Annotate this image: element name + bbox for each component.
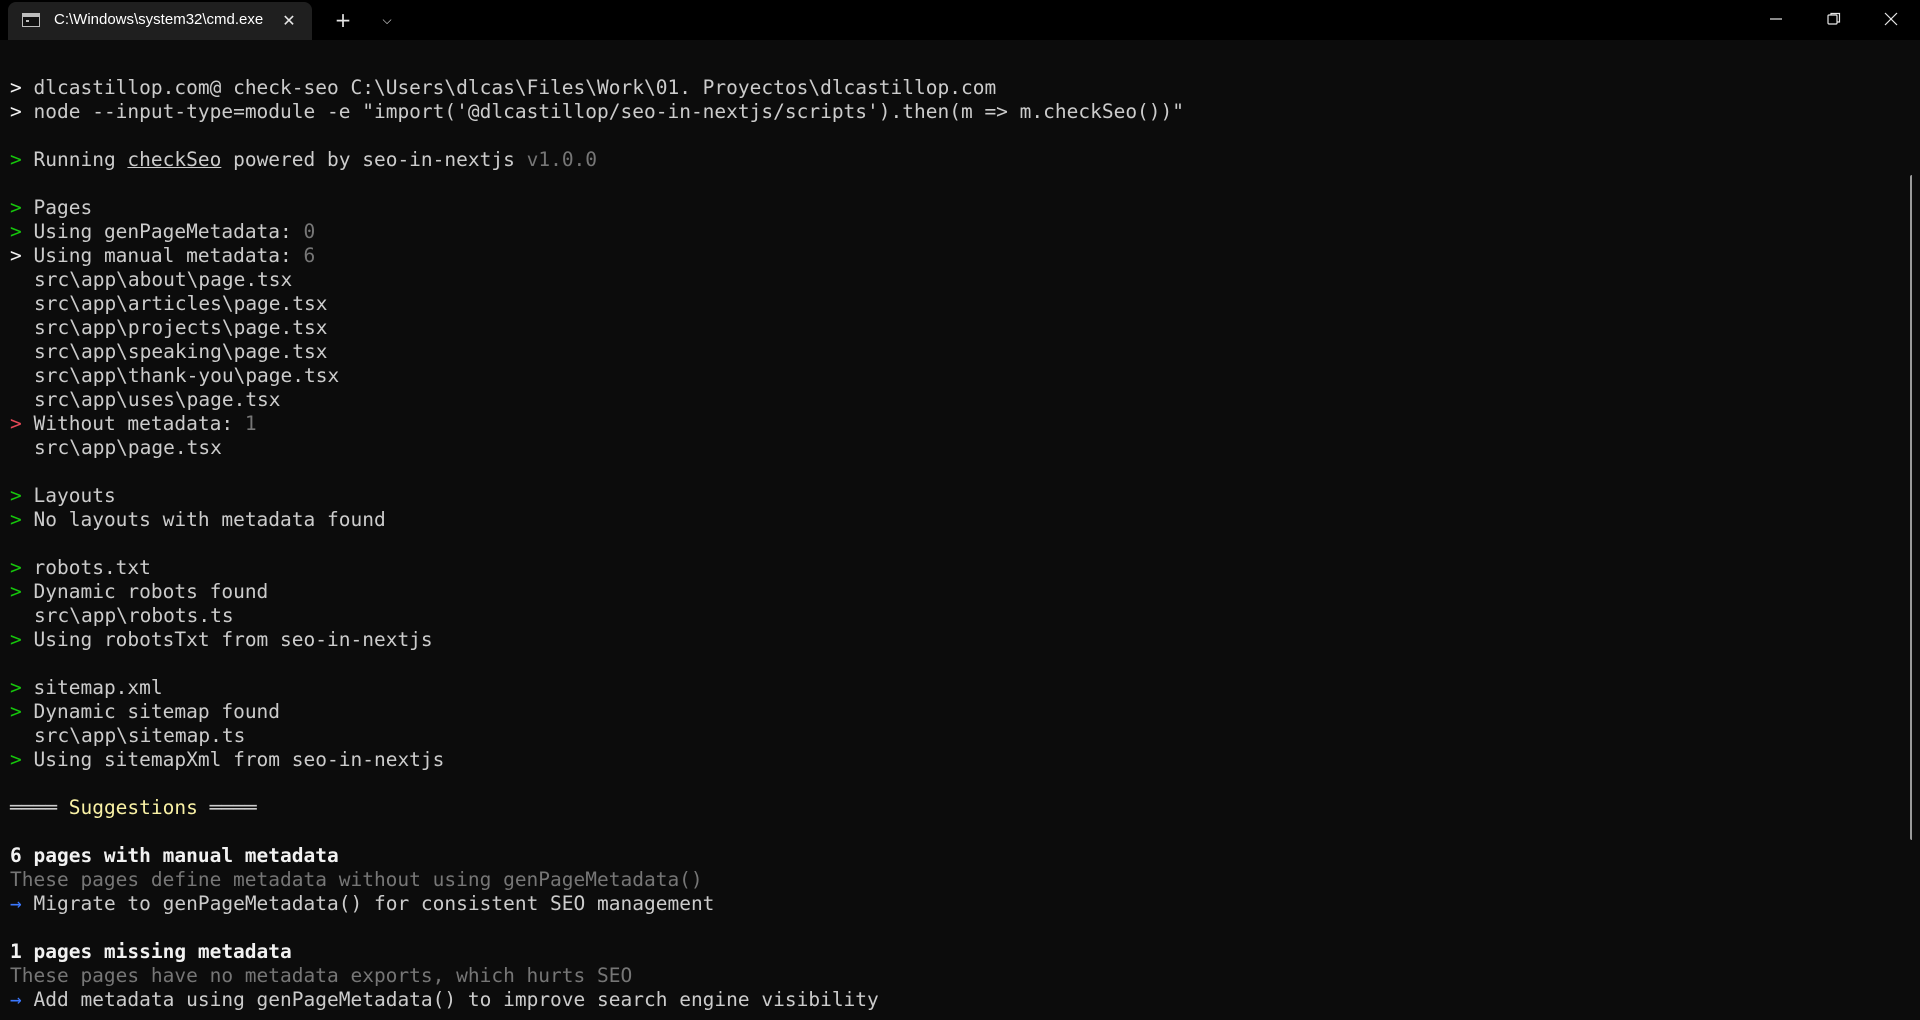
section-header: > sitemap.xml	[10, 676, 1184, 700]
section-title: Pages	[33, 196, 93, 219]
prompt-marker: >	[10, 148, 22, 171]
suggestion-heading: 1 pages missing metadata	[10, 940, 292, 963]
status-text: Dynamic sitemap found	[33, 700, 281, 723]
status-text: Using sitemapXml from seo-in-nextjs	[33, 748, 445, 771]
status-line: > No layouts with metadata found	[10, 508, 1184, 532]
prompt-marker: >	[10, 412, 22, 435]
stat-count: 0	[303, 220, 316, 243]
section-title: sitemap.xml	[33, 676, 163, 699]
tab-dropdown-button[interactable]: ⌵	[370, 5, 404, 35]
file-path: src\app\thank-you\page.tsx	[34, 364, 340, 387]
terminal-icon	[22, 13, 40, 27]
suggestions-title: Suggestions	[68, 796, 198, 819]
status-text: Using robotsTxt from seo-in-nextjs	[33, 628, 433, 651]
file-path: src\app\sitemap.ts	[34, 724, 246, 747]
suggestion-detail: These pages define metadata without usin…	[10, 868, 703, 891]
suggestion-heading: 6 pages with manual metadata	[10, 844, 339, 867]
section-header: > Pages	[10, 196, 1184, 220]
prompt-marker: >	[10, 76, 22, 99]
status-text: No layouts with metadata found	[33, 508, 386, 531]
prompt-marker: >	[10, 244, 22, 267]
maximize-button[interactable]	[1805, 0, 1863, 38]
stat-count: 6	[303, 244, 316, 267]
prompt-marker: >	[10, 508, 22, 531]
running-prefix: Running	[33, 148, 128, 171]
prompt-marker: >	[10, 556, 22, 579]
restore-icon	[1827, 12, 1841, 25]
stat-line: > Using genPageMetadata: 0	[10, 220, 1184, 244]
tool-name: checkSeo	[127, 148, 222, 171]
minimize-icon	[1770, 18, 1782, 20]
close-icon	[1884, 12, 1898, 26]
file-path: src\app\speaking\page.tsx	[34, 340, 328, 363]
action-text: Migrate to genPageMetadata() for consist…	[33, 892, 715, 915]
rule-left: ════	[10, 796, 57, 819]
section-title: robots.txt	[33, 556, 151, 579]
file-path: src\app\uses\page.tsx	[34, 388, 281, 411]
section-header: > Layouts	[10, 484, 1184, 508]
close-button[interactable]	[1862, 0, 1920, 38]
stat-label: Using manual metadata:	[33, 244, 304, 267]
title-bar: C:\Windows\system32\cmd.exe ✕ + ⌵	[0, 0, 1920, 40]
command-text: node --input-type=module -e "import('@dl…	[33, 100, 1185, 123]
command-line: > node --input-type=module -e "import('@…	[10, 100, 1184, 124]
prompt-marker: >	[10, 628, 22, 651]
prompt-marker: >	[10, 700, 22, 723]
file-path: src\app\robots.ts	[34, 604, 234, 627]
suggestion-action: → Migrate to genPageMetadata() for consi…	[10, 892, 1184, 916]
section-header: > robots.txt	[10, 556, 1184, 580]
file-path: src\app\page.tsx	[34, 436, 222, 459]
new-tab-button[interactable]: +	[326, 5, 360, 35]
tab-close-button[interactable]: ✕	[276, 8, 302, 34]
terminal-output[interactable]: > dlcastillop.com@ check-seo C:\Users\dl…	[0, 40, 1912, 1020]
command-line: > dlcastillop.com@ check-seo C:\Users\dl…	[10, 76, 1184, 100]
status-line: > Using sitemapXml from seo-in-nextjs	[10, 748, 1184, 772]
stat-label: Using genPageMetadata:	[33, 220, 304, 243]
scrollbar[interactable]	[1910, 175, 1912, 840]
suggestions-header: ════ Suggestions ════	[10, 796, 1184, 820]
stat-label: Without metadata:	[33, 412, 245, 435]
minimize-button[interactable]	[1747, 0, 1805, 38]
action-text: Add metadata using genPageMetadata() to …	[33, 988, 879, 1011]
prompt-marker: >	[10, 220, 22, 243]
terminal-tab[interactable]: C:\Windows\system32\cmd.exe ✕	[8, 2, 312, 40]
status-line: > Using robotsTxt from seo-in-nextjs	[10, 628, 1184, 652]
status-line: > Dynamic sitemap found	[10, 700, 1184, 724]
status-line: > Dynamic robots found	[10, 580, 1184, 604]
file-path: src\app\projects\page.tsx	[34, 316, 328, 339]
arrow-right-icon: →	[10, 892, 22, 915]
output-lines: > dlcastillop.com@ check-seo C:\Users\dl…	[10, 76, 1184, 1012]
file-path: src\app\about\page.tsx	[34, 268, 293, 291]
command-text: dlcastillop.com@ check-seo C:\Users\dlca…	[33, 76, 997, 99]
prompt-marker: >	[10, 484, 22, 507]
stat-count: 1	[244, 412, 257, 435]
rule-right: ════	[209, 796, 257, 819]
prompt-marker: >	[10, 748, 22, 771]
suggestion-action: → Add metadata using genPageMetadata() t…	[10, 988, 1184, 1012]
section-title: Layouts	[33, 484, 116, 507]
status-text: Dynamic robots found	[33, 580, 269, 603]
prompt-marker: >	[10, 196, 22, 219]
stat-line: > Without metadata: 1	[10, 412, 1184, 436]
prompt-marker: >	[10, 676, 22, 699]
tab-title: C:\Windows\system32\cmd.exe	[54, 11, 264, 28]
running-suffix: powered by seo-in-nextjs	[221, 148, 527, 171]
file-path: src\app\articles\page.tsx	[34, 292, 328, 315]
version-text: v1.0.0	[526, 148, 598, 171]
arrow-right-icon: →	[10, 988, 22, 1011]
prompt-marker: >	[10, 580, 22, 603]
running-line: > Running checkSeo powered by seo-in-nex…	[10, 148, 1184, 172]
stat-line: > Using manual metadata: 6	[10, 244, 1184, 268]
prompt-marker: >	[10, 100, 22, 123]
suggestion-detail: These pages have no metadata exports, wh…	[10, 964, 633, 987]
